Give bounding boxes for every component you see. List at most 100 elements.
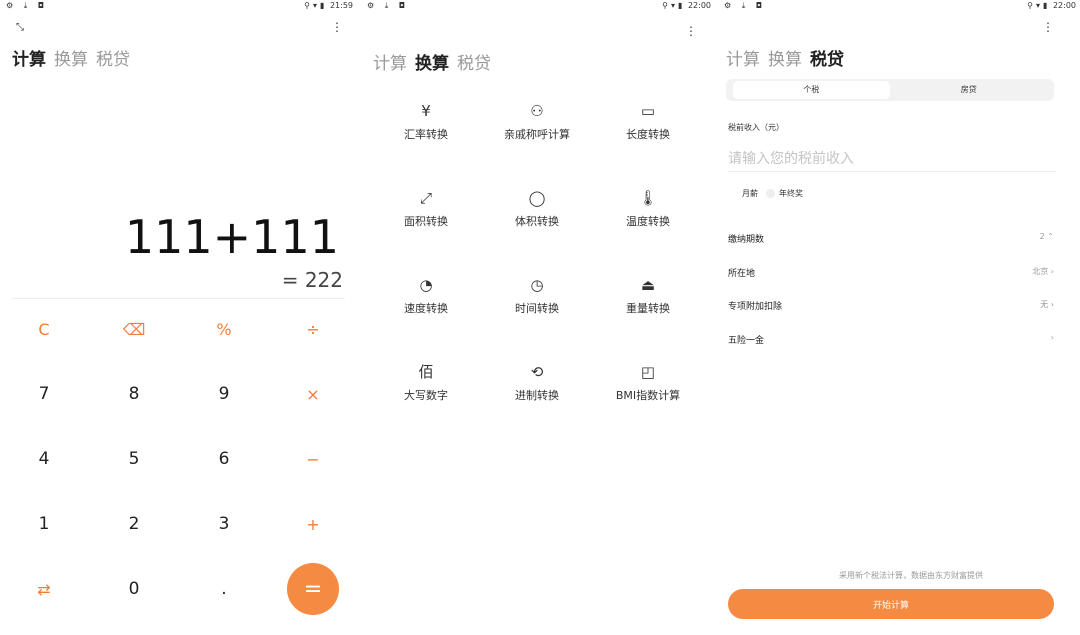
row-special-deduction[interactable]: 专项附加扣除 无 ›	[728, 299, 1054, 319]
converter-bmi[interactable]: ◰ BMI指数计算	[593, 361, 703, 403]
status-icons: ⚙ ⤓ ◘	[724, 1, 767, 10]
yuan-icon: ¥	[421, 102, 431, 120]
digit-2-button[interactable]: 2	[94, 499, 174, 549]
tab-convert[interactable]: 换算	[54, 50, 88, 70]
backspace-button[interactable]: ⌫	[94, 304, 174, 354]
seg-mortgage[interactable]: 房贷	[890, 81, 1047, 99]
converter-relatives[interactable]: ⚇ 亲戚称呼计算	[482, 100, 592, 142]
expression-display: 111+111	[124, 210, 339, 264]
status-time: 22:00	[1052, 1, 1076, 10]
wifi-icon: ▾	[670, 1, 675, 10]
tab-convert[interactable]: 换算	[415, 54, 449, 74]
wifi-icon: ▾	[312, 1, 317, 10]
ruler-icon: ▭	[640, 102, 656, 120]
top-tabs: 计算 换算 税贷	[726, 45, 852, 70]
converter-length[interactable]: ▭ 长度转换	[593, 100, 703, 142]
capital-number-icon: 佰	[418, 363, 434, 381]
converter-speed[interactable]: ◔ 速度转换	[371, 274, 481, 316]
calculator-panel: ⚙ ⤓ ◘ ⚲ ▾ ▮ 21:59 ⤡ ⋮ 计算 换算 税贷 111+111 = 222…	[0, 0, 357, 635]
top-tabs: 计算 换算 税贷	[12, 45, 138, 70]
tax-type-segmented: 个税 房贷	[726, 79, 1054, 101]
converter-capital-number[interactable]: 佰 大写数字	[371, 361, 481, 403]
divide-button[interactable]: ÷	[273, 304, 353, 354]
mode-switch-button[interactable]: ⇄	[4, 564, 84, 614]
area-icon: ⤢	[419, 189, 432, 207]
people-icon: ⚇	[530, 102, 544, 120]
cylinder-icon: ◯	[528, 189, 546, 207]
percent-button[interactable]: %	[184, 304, 264, 354]
tab-tax-loan[interactable]: 税贷	[96, 50, 130, 70]
converter-time[interactable]: ◷ 时间转换	[482, 274, 592, 316]
digit-4-button[interactable]: 4	[4, 434, 84, 484]
collapse-icon[interactable]: ⤡	[16, 22, 24, 33]
digit-9-button[interactable]: 9	[184, 369, 264, 419]
tab-tax-loan[interactable]: 税贷	[810, 50, 844, 70]
status-bar: ⚙ ⤓ ◘ ⚲ ▾ ▮ 22:00	[361, 0, 715, 14]
digit-8-button[interactable]: 8	[94, 369, 174, 419]
speedometer-icon: ◔	[419, 276, 433, 294]
wifi-icon: ▾	[1035, 1, 1040, 10]
tab-tax-loan[interactable]: 税贷	[457, 54, 491, 74]
divider	[12, 298, 345, 299]
clear-button[interactable]: C	[4, 304, 84, 354]
salary-type-radio: 月薪 年终奖	[742, 188, 803, 199]
status-right: ⚲ ▾ ▮ 21:59	[301, 1, 353, 10]
thermometer-icon: 🌡	[638, 189, 658, 207]
status-icons: ⚙ ⤓ ◘	[6, 1, 49, 10]
income-label: 税前收入（元）	[728, 123, 784, 132]
location-icon: ⚲	[304, 1, 310, 10]
tab-convert[interactable]: 换算	[768, 50, 802, 70]
plus-button[interactable]: +	[273, 499, 353, 549]
multiply-button[interactable]: ×	[273, 369, 353, 419]
digit-6-button[interactable]: 6	[184, 434, 264, 484]
more-menu-icon[interactable]: ⋮	[331, 21, 343, 33]
digit-7-button[interactable]: 7	[4, 369, 84, 419]
status-bar: ⚙ ⤓ ◘ ⚲ ▾ ▮ 22:00	[718, 0, 1080, 14]
income-input[interactable]	[728, 146, 1056, 172]
row-social-insurance[interactable]: 五险一金 ›	[728, 333, 1054, 353]
digit-3-button[interactable]: 3	[184, 499, 264, 549]
clock-icon: ◷	[530, 276, 544, 294]
keypad: C ⌫ % ÷ 7 8 9 × 4 5 6 − 1 2 3 + ⇄ 0 . =	[0, 300, 357, 630]
seg-income-tax[interactable]: 个税	[732, 81, 890, 99]
weight-icon: ⏏	[640, 276, 656, 294]
converter-volume[interactable]: ◯ 体积转换	[482, 187, 592, 229]
status-icons: ⚙ ⤓ ◘	[367, 1, 410, 10]
converter-area[interactable]: ⤢ 面积转换	[371, 187, 481, 229]
radio-dot[interactable]	[766, 189, 775, 198]
tab-calculate[interactable]: 计算	[373, 54, 407, 74]
converter-panel: ⚙ ⤓ ◘ ⚲ ▾ ▮ 22:00 ⋮ 计算 换算 税贷 ¥ 汇率转换 ⚇ 亲戚称呼计算…	[361, 0, 715, 635]
data-source-note: 采用新个税法计算，数据由东方财富提供	[839, 571, 983, 580]
start-calculate-button[interactable]: 开始计算	[728, 589, 1054, 619]
top-tabs: 计算 换算 税贷	[373, 49, 499, 74]
digit-1-button[interactable]: 1	[4, 499, 84, 549]
tab-calculate[interactable]: 计算	[12, 50, 46, 70]
converter-temperature[interactable]: 🌡 温度转换	[593, 187, 703, 229]
digit-0-button[interactable]: 0	[94, 564, 174, 614]
radio-monthly[interactable]: 月薪	[742, 189, 758, 198]
status-right: ⚲ ▾ ▮ 22:00	[659, 1, 711, 10]
radio-bonus[interactable]: 年终奖	[779, 189, 803, 198]
tax-loan-panel: ⚙ ⤓ ◘ ⚲▾▮ 22:00 ⋮ 计算换算税贷 个税 房贷 税前收入（元） 月…	[718, 0, 1080, 635]
equals-button[interactable]: =	[287, 563, 339, 615]
location-icon: ⚲	[662, 1, 668, 10]
status-time: 21:59	[329, 1, 353, 10]
battery-icon: ▮	[1042, 1, 1048, 10]
battery-icon: ▮	[319, 1, 325, 10]
row-periods[interactable]: 缴纳期数 2 ⌃	[728, 232, 1054, 252]
binary-icon: ⟲	[530, 363, 544, 381]
battery-icon: ▮	[677, 1, 683, 10]
decimal-button[interactable]: .	[184, 564, 264, 614]
converter-weight[interactable]: ⏏ 重量转换	[593, 274, 703, 316]
status-bar: ⚙ ⤓ ◘ ⚲ ▾ ▮ 21:59	[0, 0, 357, 14]
status-right: ⚲ ▾ ▮ 22:00	[1024, 1, 1076, 10]
more-menu-icon[interactable]: ⋮	[685, 25, 697, 37]
tab-calculate[interactable]: 计算	[726, 50, 760, 70]
converter-base[interactable]: ⟲ 进制转换	[482, 361, 592, 403]
more-menu-icon[interactable]: ⋮	[1042, 21, 1054, 33]
converter-currency[interactable]: ¥ 汇率转换	[371, 100, 481, 142]
status-time: 22:00	[687, 1, 711, 10]
row-location[interactable]: 所在地 北京 ›	[728, 266, 1054, 286]
minus-button[interactable]: −	[273, 434, 353, 484]
digit-5-button[interactable]: 5	[94, 434, 174, 484]
